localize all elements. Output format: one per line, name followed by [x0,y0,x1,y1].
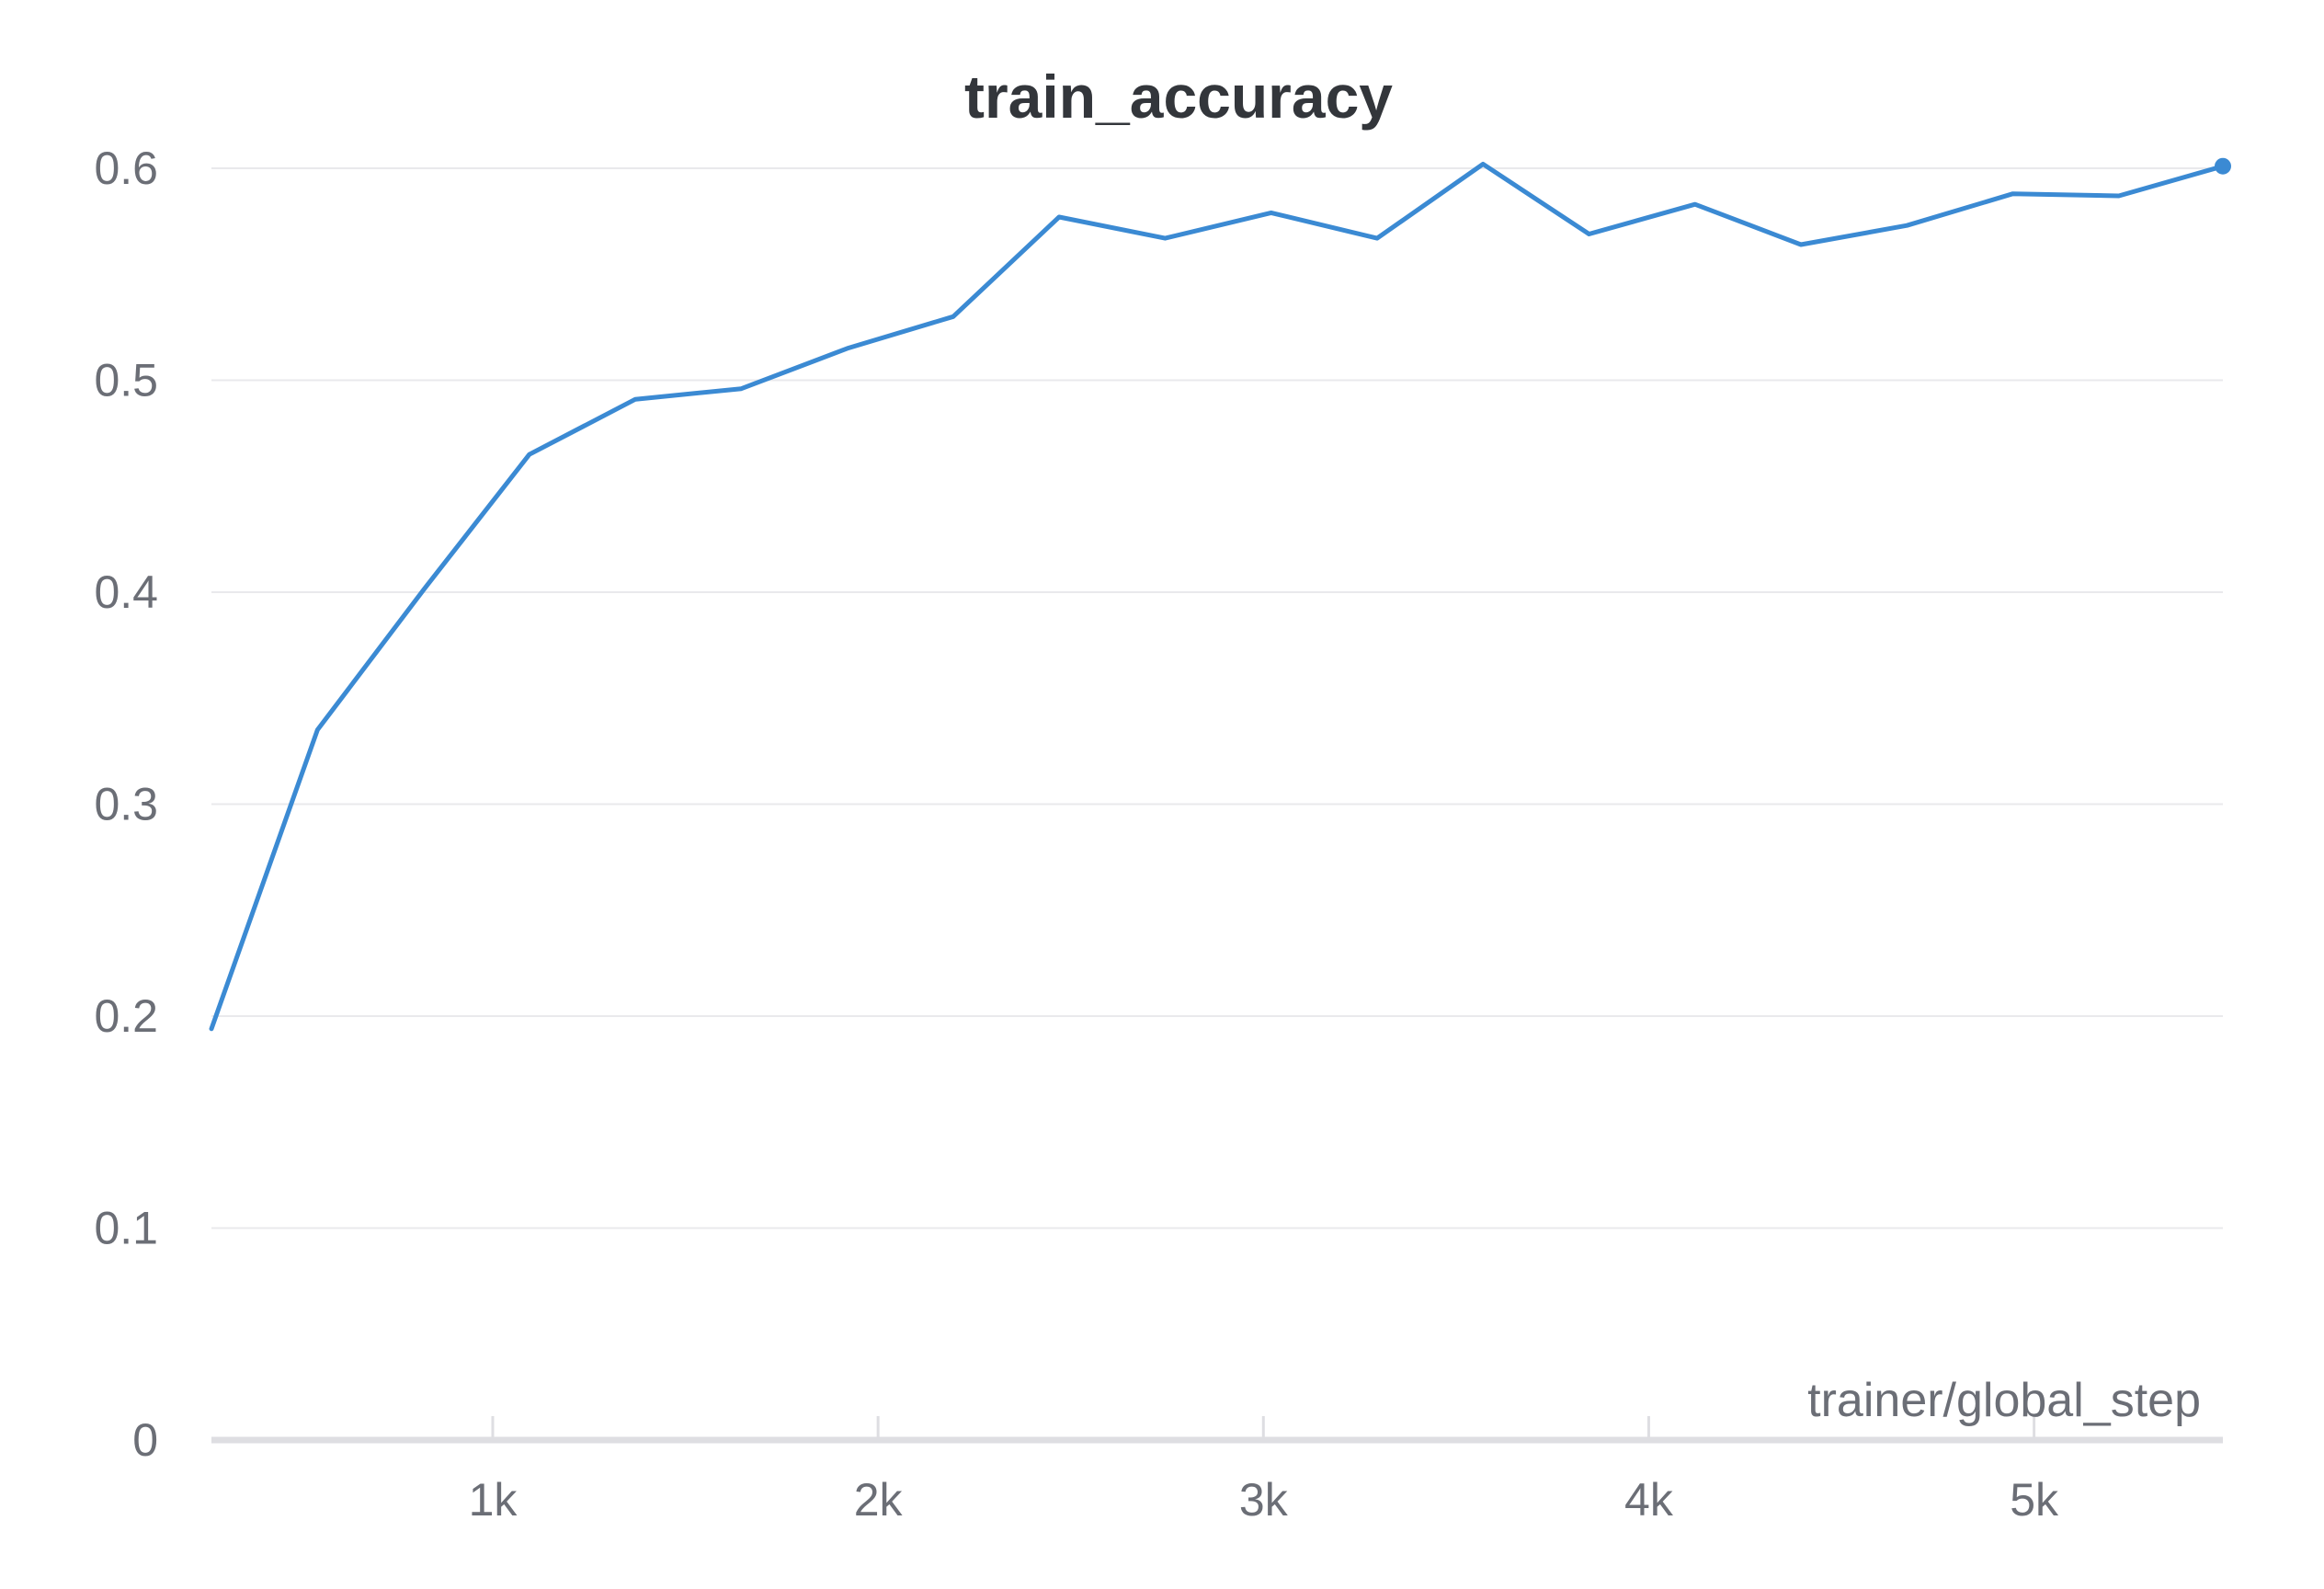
last-point-marker [2215,157,2231,175]
x-tick-label: 3k [1239,1474,1289,1526]
y-tick-label: 0.4 [94,566,158,618]
y-tick-label: 0.1 [94,1203,158,1254]
y-tick-label: 0 [132,1414,158,1466]
chart: train_accuracy 0 0.1 0.2 0.3 0.4 0.5 0.6 1k 2k 3… [0,0,2324,1589]
y-tick-label: 0.3 [94,779,158,830]
x-tick-label: 4k [1624,1474,1674,1526]
y-tick-label: 0.5 [94,355,158,406]
x-tick-label: 5k [2010,1474,2059,1526]
chart-title: train_accuracy [964,63,1393,131]
x-tick-label: 2k [854,1474,904,1526]
y-tick-label: 0.6 [94,143,158,194]
x-tick-label: 1k [469,1474,518,1526]
y-tick-label: 0.2 [94,990,158,1042]
x-axis-label: trainer/global_step [1807,1374,2201,1427]
